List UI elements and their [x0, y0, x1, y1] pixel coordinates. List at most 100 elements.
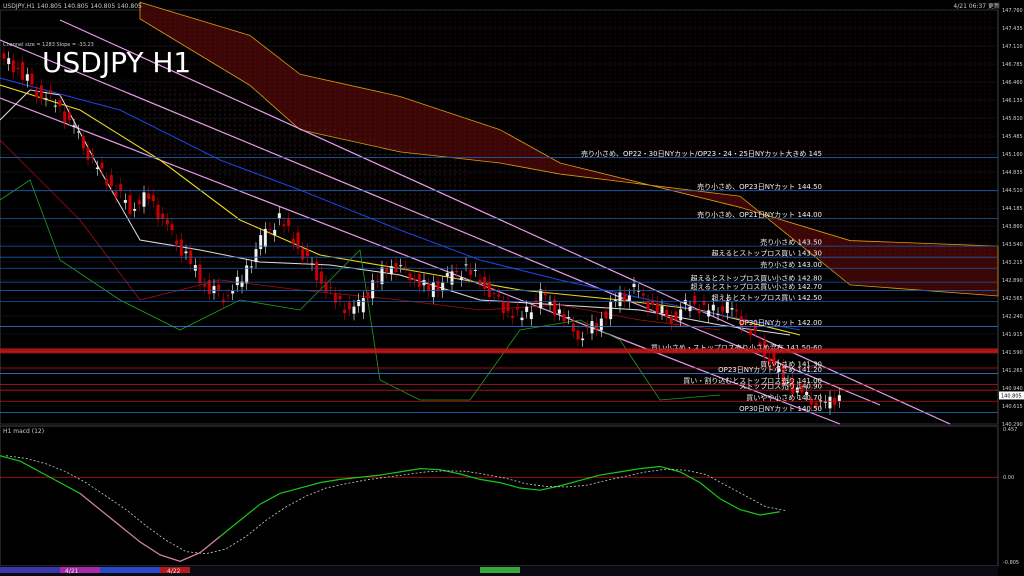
- cloud-dot: [349, 181, 351, 183]
- cloud-dot: [399, 21, 401, 23]
- cloud-dot: [369, 117, 371, 119]
- cloud-dot: [324, 193, 326, 195]
- cloud-dot: [239, 229, 241, 231]
- cloud-dot: [529, 13, 531, 15]
- cloud-dot: [309, 33, 311, 35]
- cloud-dot: [264, 81, 266, 83]
- cloud-dot: [299, 17, 301, 19]
- cloud-dot: [374, 185, 376, 187]
- cloud-dot: [224, 61, 226, 63]
- cloud-dot: [299, 145, 301, 147]
- cloud-dot: [289, 193, 291, 195]
- cloud-dot: [494, 161, 496, 163]
- cloud-dot: [419, 41, 421, 43]
- cloud-dot: [539, 213, 541, 215]
- cloud-dot: [199, 141, 201, 143]
- cloud-dot: [539, 249, 541, 251]
- cloud-dot: [364, 49, 366, 51]
- cloud-dot: [464, 149, 466, 151]
- cloud-dot: [419, 105, 421, 107]
- cloud-dot: [539, 153, 541, 155]
- cloud-dot: [404, 65, 406, 67]
- cloud-dot: [334, 117, 336, 119]
- cloud-dot: [299, 77, 301, 79]
- cloud-dot: [189, 41, 191, 43]
- cloud-dot: [299, 25, 301, 27]
- cloud-dot: [494, 233, 496, 235]
- cloud-dot: [384, 173, 386, 175]
- cloud-dot: [174, 205, 176, 207]
- cloud-dot: [209, 61, 211, 63]
- cloud-dot: [154, 221, 156, 223]
- cloud-dot: [274, 253, 276, 255]
- cloud-dot: [309, 153, 311, 155]
- cloud-dot: [224, 17, 226, 19]
- cloud-dot: [439, 53, 441, 55]
- cloud-dot: [184, 153, 186, 155]
- cloud-dot: [279, 201, 281, 203]
- cloud-dot: [239, 161, 241, 163]
- cloud-dot: [429, 257, 431, 259]
- cloud-dot: [234, 33, 236, 35]
- cloud-dot: [474, 193, 476, 195]
- cloud-dot: [429, 237, 431, 239]
- cloud-dot: [409, 253, 411, 255]
- cloud-dot: [539, 229, 541, 231]
- cloud-dot: [359, 73, 361, 75]
- cloud-dot: [369, 181, 371, 183]
- cloud-dot: [284, 73, 286, 75]
- cloud-dot: [179, 165, 181, 167]
- cloud-dot: [159, 233, 161, 235]
- cloud-dot: [444, 25, 446, 27]
- cloud-dot: [454, 109, 456, 111]
- cloud-dot: [439, 61, 441, 63]
- cloud-dot: [524, 89, 526, 91]
- cloud-dot: [174, 97, 176, 99]
- cloud-dot: [184, 101, 186, 103]
- cloud-dot: [489, 109, 491, 111]
- cloud-dot: [374, 221, 376, 223]
- cloud-dot: [294, 57, 296, 59]
- cloud-dot: [434, 17, 436, 19]
- cloud-dot: [284, 241, 286, 243]
- cloud-dot: [259, 33, 261, 35]
- cloud-dot: [494, 129, 496, 131]
- cloud-dot: [514, 209, 516, 211]
- cloud-dot: [509, 53, 511, 55]
- cloud-dot: [164, 137, 166, 139]
- cloud-dot: [169, 137, 171, 139]
- cloud-dot: [479, 257, 481, 259]
- cloud-dot: [384, 177, 386, 179]
- cloud-dot: [319, 113, 321, 115]
- cloud-dot: [489, 121, 491, 123]
- cloud-dot: [244, 97, 246, 99]
- cloud-dot: [379, 257, 381, 259]
- cloud-dot: [284, 37, 286, 39]
- cloud-dot: [324, 17, 326, 19]
- cloud-dot: [499, 53, 501, 55]
- cloud-dot: [364, 101, 366, 103]
- cloud-dot: [439, 25, 441, 27]
- cloud-dot: [404, 133, 406, 135]
- cloud-dot: [234, 241, 236, 243]
- cloud-dot: [539, 109, 541, 111]
- cloud-dot: [284, 13, 286, 15]
- cloud-dot: [174, 221, 176, 223]
- cloud-dot: [464, 101, 466, 103]
- cloud-dot: [199, 177, 201, 179]
- cloud-dot: [389, 177, 391, 179]
- trading-chart[interactable]: 売り小さめ、OP22・30日NYカット/OP23・24・25日NYカット大きめ …: [0, 0, 1024, 576]
- cloud-dot: [429, 193, 431, 195]
- cloud-dot: [514, 165, 516, 167]
- cloud-dot: [494, 229, 496, 231]
- cloud-dot: [309, 77, 311, 79]
- cloud-dot: [284, 145, 286, 147]
- cloud-dot: [199, 21, 201, 23]
- cloud-dot: [299, 69, 301, 71]
- cloud-dot: [204, 233, 206, 235]
- cloud-dot: [209, 89, 211, 91]
- cloud-dot: [324, 177, 326, 179]
- cloud-dot: [209, 173, 211, 175]
- cloud-dot: [294, 101, 296, 103]
- cloud-dot: [339, 237, 341, 239]
